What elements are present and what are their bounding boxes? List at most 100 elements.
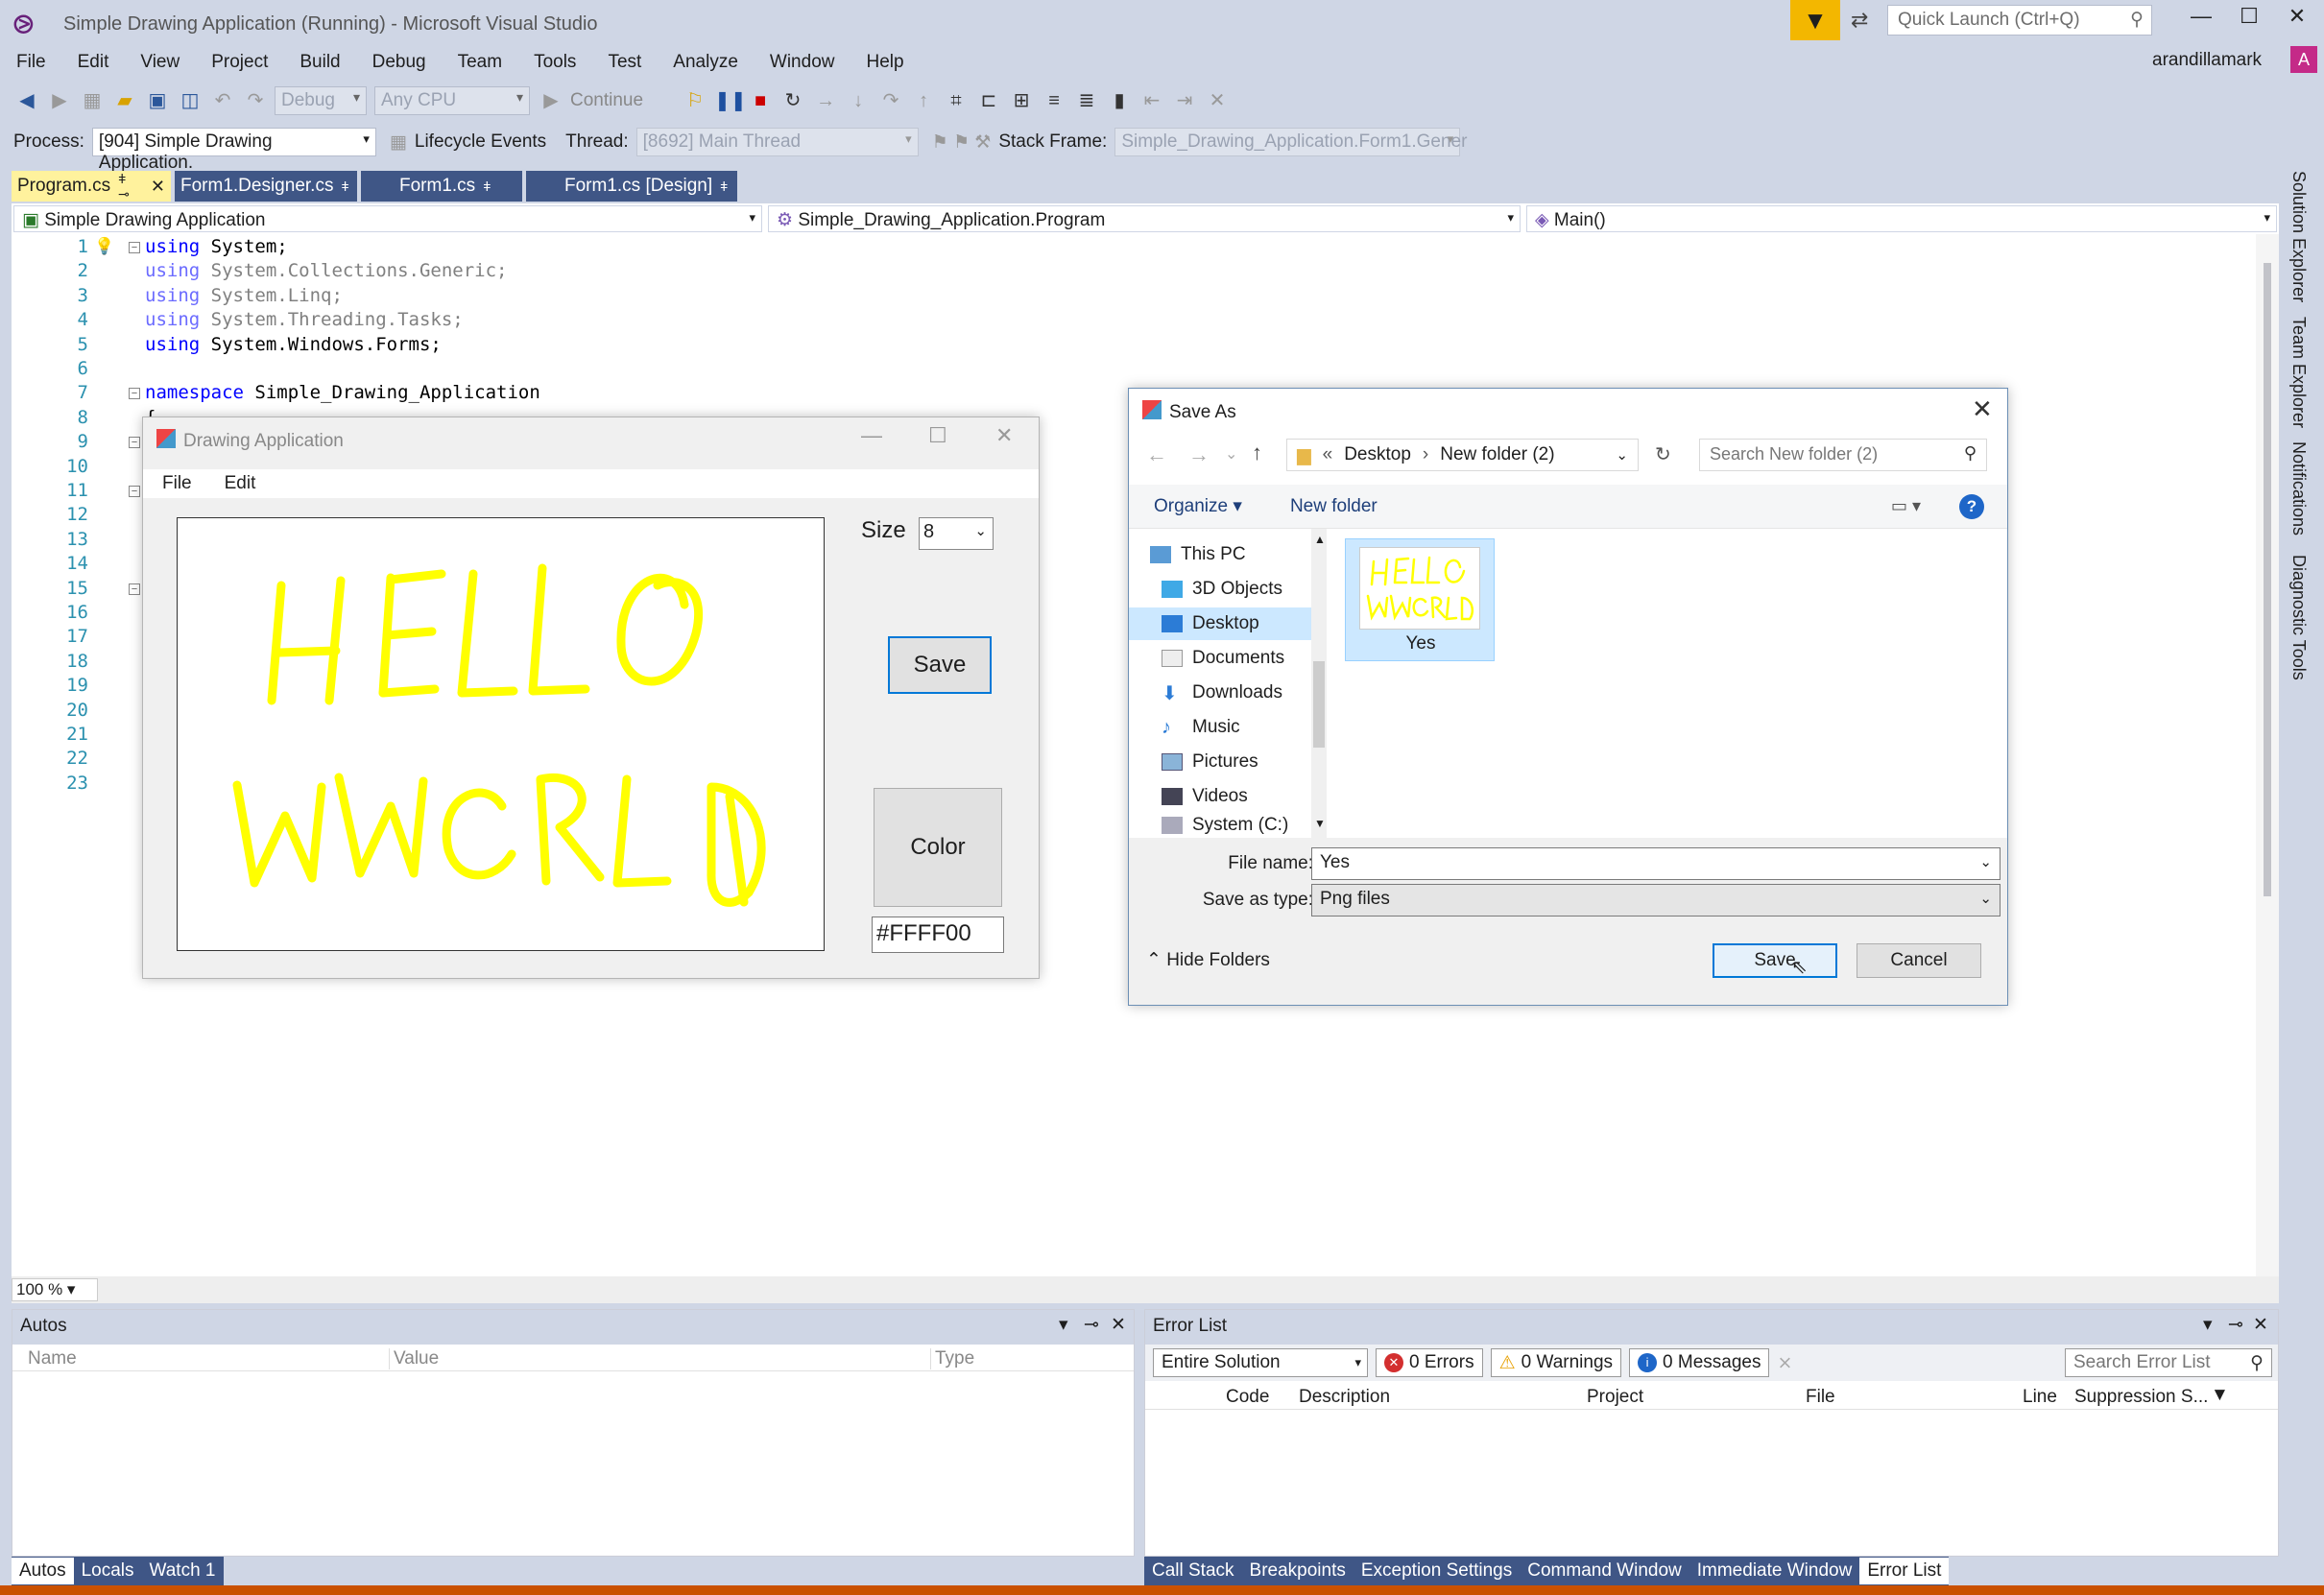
thread-select[interactable]: [8692] Main Thread ▾	[635, 128, 919, 156]
dialog-search-input[interactable]: Search New folder (2) ⚲	[1699, 439, 1987, 471]
column-suppression[interactable]: Suppression S...	[2074, 1387, 2208, 1408]
collapse-toggle-icon[interactable]: −	[129, 388, 140, 400]
breadcrumb-new-folder[interactable]: New folder (2)	[1440, 444, 1554, 465]
side-tab-notifications[interactable]: Notifications	[2288, 441, 2309, 536]
dialog-cancel-button[interactable]: Cancel	[1857, 943, 1981, 978]
lifecycle-events-button[interactable]: Lifecycle Events	[415, 131, 546, 153]
file-item-yes[interactable]: Yes	[1345, 538, 1495, 661]
minimize-button[interactable]: —	[2177, 4, 2225, 38]
maximize-button[interactable]: ☐	[2225, 4, 2273, 38]
step-over-icon[interactable]: ↷	[877, 87, 904, 114]
scope-select[interactable]: Entire Solution ▾	[1153, 1348, 1368, 1377]
chevron-down-icon[interactable]: ⌄	[1616, 446, 1628, 464]
column-project[interactable]: Project	[1587, 1387, 1643, 1408]
pin-icon[interactable]: ⊸	[1084, 1314, 1099, 1336]
forward-arrow-icon[interactable]: →	[1188, 442, 1210, 467]
project-select[interactable]: ▣ Simple Drawing Application ▾	[13, 205, 762, 232]
tab-error-list[interactable]: Error List	[1859, 1558, 1950, 1584]
nav-system-c[interactable]: System (C:)	[1162, 813, 1321, 838]
error-list-search-input[interactable]: Search Error List ⚲	[2065, 1348, 2272, 1377]
quick-launch-input[interactable]: Quick Launch (Ctrl+Q) ⚲	[1887, 5, 2152, 36]
nav-documents[interactable]: Documents	[1162, 642, 1321, 675]
color-button[interactable]: Color	[874, 788, 1002, 907]
menu-test[interactable]: Test	[608, 52, 641, 73]
menu-tools[interactable]: Tools	[534, 52, 576, 73]
up-folder-icon[interactable]: ↑	[1252, 440, 1262, 465]
class-select[interactable]: ⚙ Simple_Drawing_Application.Program ▾	[768, 205, 1521, 232]
save-all-icon[interactable]: ◫	[177, 87, 204, 114]
tab-locals[interactable]: Locals	[74, 1558, 142, 1584]
tab-form1-designer-cs[interactable]: Form1.Designer.cs ǂ	[175, 171, 357, 202]
side-tab-diagnostic-tools[interactable]: Diagnostic Tools	[2288, 555, 2309, 680]
form-save-button[interactable]: Save	[888, 636, 992, 694]
collapse-toggle-icon[interactable]: −	[129, 242, 140, 253]
menu-edit[interactable]: Edit	[78, 52, 109, 73]
window-position-icon[interactable]: ▾	[1059, 1314, 1068, 1336]
tab-form1-cs[interactable]: Form1.cs ǂ	[361, 171, 522, 202]
column-name[interactable]: Name	[28, 1348, 77, 1369]
refresh-icon[interactable]: ↻	[1655, 442, 1671, 466]
nav-pictures[interactable]: Pictures	[1162, 746, 1321, 778]
open-file-icon[interactable]: ▰	[111, 87, 138, 114]
configuration-select[interactable]: Debug ▾	[275, 86, 367, 115]
form-menu-file[interactable]: File	[162, 473, 192, 494]
undo-icon[interactable]: ↶	[209, 87, 236, 114]
step-out-icon[interactable]: ↑	[910, 87, 937, 114]
size-select[interactable]: 8 ⌄	[919, 517, 994, 550]
restart-icon[interactable]: ↻	[779, 87, 806, 114]
column-type[interactable]: Type	[930, 1348, 974, 1369]
back-arrow-icon[interactable]: ←	[1146, 442, 1167, 467]
continue-icon[interactable]: ▶	[538, 87, 564, 114]
column-line[interactable]: Line	[2023, 1387, 2057, 1408]
tab-breakpoints[interactable]: Breakpoints	[1242, 1558, 1354, 1584]
menu-debug[interactable]: Debug	[372, 52, 426, 73]
back-icon[interactable]: ◀	[13, 87, 40, 114]
save-icon[interactable]: ▣	[144, 87, 171, 114]
tab-form1-design[interactable]: Form1.cs [Design] ǂ	[526, 171, 737, 202]
chevron-down-icon[interactable]: ⌄	[1979, 853, 1992, 870]
pause-icon[interactable]: ❚❚	[714, 87, 747, 114]
attach-icon[interactable]: ⚐	[682, 87, 708, 114]
tab-command-window[interactable]: Command Window	[1520, 1558, 1689, 1584]
nav-videos[interactable]: Videos	[1162, 780, 1321, 813]
scroll-up-icon[interactable]: ▲	[1314, 533, 1326, 546]
tab-program-cs[interactable]: Program.cs ǂ ⊸ ✕	[12, 171, 171, 202]
menu-project[interactable]: Project	[211, 52, 268, 73]
show-next-statement-icon[interactable]: →	[812, 87, 839, 114]
clear-bookmarks-icon[interactable]: ✕	[1204, 87, 1231, 114]
prev-bookmark-icon[interactable]: ⇤	[1138, 87, 1165, 114]
column-code[interactable]: Code	[1226, 1387, 1269, 1408]
avatar[interactable]: A	[2290, 46, 2317, 73]
stack-frame-select[interactable]: Simple_Drawing_Application.Form1.Gener ▾	[1114, 128, 1467, 156]
form-menu-edit[interactable]: Edit	[225, 473, 256, 494]
recent-locations-icon[interactable]: ⌄	[1225, 444, 1237, 464]
next-bookmark-icon[interactable]: ⇥	[1171, 87, 1198, 114]
thread-icon[interactable]: ⊏	[975, 87, 1002, 114]
menu-view[interactable]: View	[140, 52, 180, 73]
nav-desktop[interactable]: Desktop	[1129, 607, 1327, 640]
process-select[interactable]: [904] Simple Drawing Application. ▾	[91, 128, 376, 173]
organize-button[interactable]: Organize ▾	[1154, 495, 1242, 517]
notification-filter-icon[interactable]: ▼	[1790, 0, 1840, 40]
column-file[interactable]: File	[1806, 1387, 1835, 1408]
window-position-icon[interactable]: ▾	[2203, 1314, 2213, 1336]
breadcrumb-desktop[interactable]: Desktop	[1344, 444, 1411, 465]
outdent-icon[interactable]: ≣	[1073, 87, 1100, 114]
file-name-input[interactable]: Yes ⌄	[1311, 847, 2001, 880]
hide-folders-button[interactable]: ⌃ Hide Folders	[1146, 949, 1270, 971]
filter-icon[interactable]: ▼	[2211, 1385, 2229, 1406]
side-tab-team-explorer[interactable]: Team Explorer	[2288, 317, 2309, 428]
user-name[interactable]: arandillamark	[2152, 50, 2262, 71]
menu-team[interactable]: Team	[458, 52, 502, 73]
column-description[interactable]: Description	[1299, 1387, 1390, 1408]
zoom-select[interactable]: 100 % ▾	[12, 1278, 98, 1301]
address-bar[interactable]: ▆ « Desktop › New folder (2) ⌄	[1286, 439, 1639, 471]
color-hex-input[interactable]: #FFFF00	[872, 917, 1004, 953]
code-line[interactable]: using System.Threading.Tasks;	[145, 309, 464, 330]
stop-icon[interactable]: ■	[747, 87, 774, 114]
breadcrumb-overflow[interactable]: «	[1323, 444, 1333, 465]
code-line[interactable]: using System.Collections.Generic;	[145, 260, 508, 281]
scroll-down-icon[interactable]: ▼	[1314, 817, 1326, 830]
code-line[interactable]: using System;	[145, 236, 288, 257]
bookmark-icon[interactable]: ▮	[1106, 87, 1133, 114]
